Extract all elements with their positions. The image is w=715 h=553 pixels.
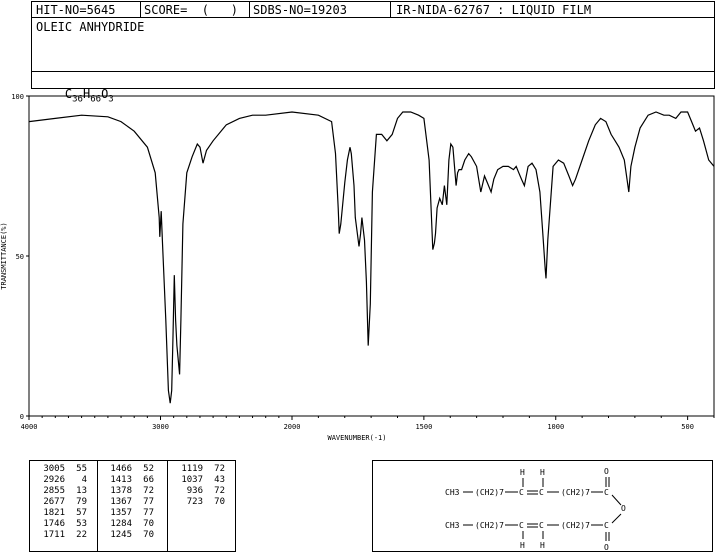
x-tick-label: 3000 — [152, 423, 169, 431]
y-axis-label: TRANSMITTANCE(%) — [0, 222, 8, 289]
peak-transmittance: 70 — [214, 497, 225, 507]
ir-spectrum-chart: 4000 3000 2000 1500 1000 500 0 50 100 WAVENUMBER… — [0, 93, 715, 442]
peak-row: 2855 13 — [37, 486, 87, 497]
peak-transmittance: 72 — [143, 486, 154, 496]
peak-row: 1746 53 — [37, 519, 87, 530]
peak-transmittance: 70 — [143, 519, 154, 529]
peak-row: 3005 55 — [37, 464, 87, 475]
peak-column-2: 1466 52 1413 66 1378 72 1367 77 1357 77 1284 70 1245… — [104, 464, 154, 541]
peak-transmittance: 79 — [76, 497, 87, 507]
peak-row: 1119 72 — [175, 464, 225, 475]
x-tick-label: 4000 — [21, 423, 38, 431]
h-atom: H — [520, 468, 525, 477]
h-atom: H — [540, 468, 545, 477]
peak-wavenumber: 1711 — [43, 530, 65, 540]
y-tick-label: 0 — [20, 413, 24, 421]
peak-transmittance: 57 — [76, 508, 87, 518]
peak-transmittance: 52 — [143, 464, 154, 474]
peak-transmittance: 70 — [143, 530, 154, 540]
peak-wavenumber: 1746 — [43, 519, 65, 529]
c-atom: C — [519, 488, 524, 497]
ch2-chain: (CH2)7 — [475, 521, 504, 530]
c-atom: C — [539, 521, 544, 530]
peak-wavenumber: 1413 — [110, 475, 132, 485]
spectrum-line — [28, 111, 715, 404]
ch3-group: CH3 — [445, 488, 460, 497]
peak-wavenumber: 1037 — [181, 475, 203, 485]
h-atom: H — [540, 541, 545, 550]
peak-transmittance: 72 — [214, 464, 225, 474]
peak-wavenumber: 2677 — [43, 497, 65, 507]
peak-wavenumber: 1367 — [110, 497, 132, 507]
peak-wavenumber: 3005 — [43, 464, 65, 474]
peak-wavenumber: 1821 — [43, 508, 65, 518]
o-atom: O — [621, 504, 626, 513]
peak-row: 1357 77 — [104, 508, 154, 519]
x-tick-label: 500 — [681, 423, 694, 431]
peak-wavenumber: 1378 — [110, 486, 132, 496]
peak-wavenumber: 1119 — [181, 464, 203, 474]
peak-column-1: 3005 55 2926 4 2855 13 2677 79 1821 57 1746 53 1711 2… — [37, 464, 87, 541]
c-atom: C — [539, 488, 544, 497]
h-atom: H — [520, 541, 525, 550]
x-tick-label: 1000 — [547, 423, 564, 431]
c-atom: C — [519, 521, 524, 530]
peak-row: 2926 4 — [37, 475, 87, 486]
x-tick-label: 2000 — [284, 423, 301, 431]
x-tick-label: 1500 — [415, 423, 432, 431]
peak-wavenumber: 936 — [186, 486, 203, 496]
peak-col-divider — [167, 461, 168, 551]
peak-wavenumber: 723 — [186, 497, 203, 507]
structure-box: H H CH3 (CH2)7 C C (CH2)7 C O O CH3 (CH2… — [372, 460, 713, 552]
ch2-chain: (CH2)7 — [561, 521, 590, 530]
peak-transmittance: 53 — [76, 519, 87, 529]
peak-row: 1037 43 — [175, 475, 225, 486]
bond — [611, 494, 622, 506]
o-atom: O — [604, 543, 609, 551]
peak-row: 1821 57 — [37, 508, 87, 519]
peak-transmittance: 13 — [76, 486, 87, 496]
peak-transmittance: 4 — [81, 475, 87, 485]
c-atom: C — [604, 488, 609, 497]
peak-row: 1378 72 — [104, 486, 154, 497]
peak-row: 1245 70 — [104, 530, 154, 541]
structure-diagram: H H CH3 (CH2)7 C C (CH2)7 C O O CH3 (CH2… — [445, 467, 626, 551]
ch2-chain: (CH2)7 — [475, 488, 504, 497]
peak-row: 1284 70 — [104, 519, 154, 530]
o-atom: O — [604, 467, 609, 476]
y-tick-label: 50 — [16, 253, 24, 261]
peak-row: 1367 77 — [104, 497, 154, 508]
peak-transmittance: 72 — [214, 486, 225, 496]
peak-transmittance: 55 — [76, 464, 87, 474]
y-tick-label: 100 — [11, 93, 24, 101]
peak-row: 1711 22 — [37, 530, 87, 541]
peak-row: 936 72 — [175, 486, 225, 497]
peak-row: 2677 79 — [37, 497, 87, 508]
c-atom: C — [604, 521, 609, 530]
peak-transmittance: 43 — [214, 475, 225, 485]
peak-wavenumber: 1466 — [110, 464, 132, 474]
peak-column-3: 1119 72 1037 43 936 72 723 70 — [175, 464, 225, 508]
peak-row: 1413 66 — [104, 475, 154, 486]
peak-wavenumber: 2926 — [43, 475, 65, 485]
peak-row: 1466 52 — [104, 464, 154, 475]
peak-row: 723 70 — [175, 497, 225, 508]
x-axis-label: WAVENUMBER(-1) — [327, 434, 386, 442]
peak-wavenumber: 2855 — [43, 486, 65, 496]
peak-transmittance: 77 — [143, 508, 154, 518]
peak-wavenumber: 1245 — [110, 530, 132, 540]
peak-transmittance: 77 — [143, 497, 154, 507]
ch3-group: CH3 — [445, 521, 460, 530]
ch2-chain: (CH2)7 — [561, 488, 590, 497]
peak-table: 3005 55 2926 4 2855 13 2677 79 1821 57 1746 53 1711 2… — [29, 460, 236, 552]
bond — [611, 513, 622, 524]
peak-wavenumber: 1357 — [110, 508, 132, 518]
peak-wavenumber: 1284 — [110, 519, 132, 529]
peak-transmittance: 66 — [143, 475, 154, 485]
peak-transmittance: 22 — [76, 530, 87, 540]
peak-col-divider — [97, 461, 98, 551]
